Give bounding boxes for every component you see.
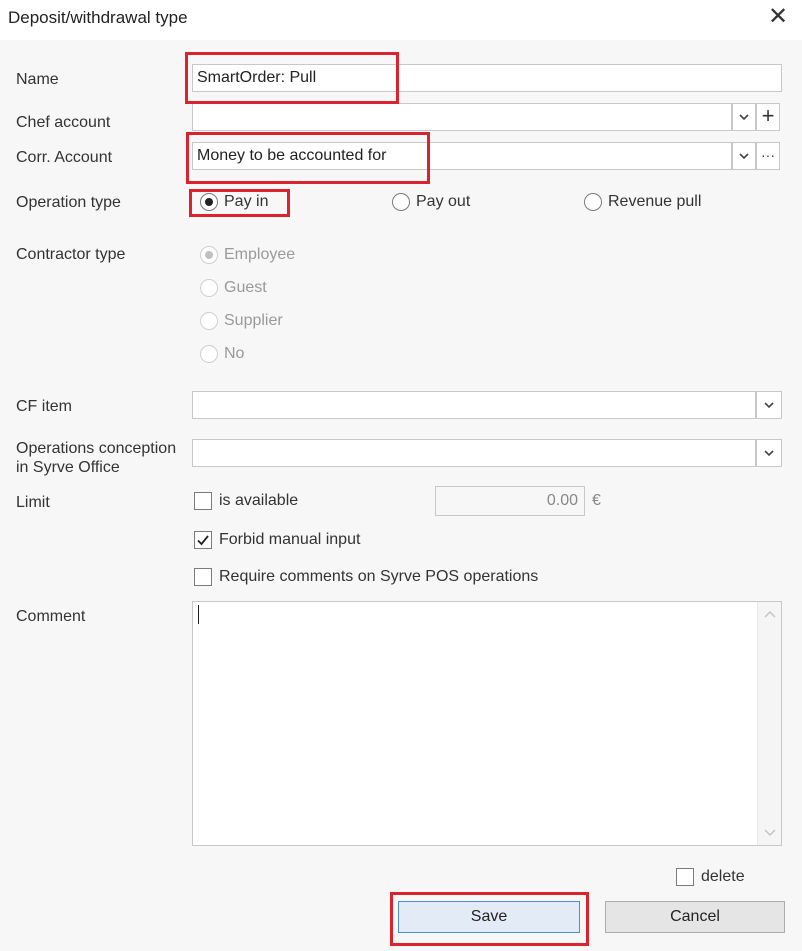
highlight-corr-account	[186, 132, 430, 184]
cancel-button[interactable]: Cancel	[605, 901, 785, 933]
corr-account-more-button[interactable]: ···	[756, 142, 780, 170]
contractor-type-employee-radio: Employee	[200, 246, 295, 264]
comment-scrollbar[interactable]	[757, 602, 781, 845]
contractor-type-no-radio: No	[200, 345, 244, 363]
name-label: Name	[16, 71, 59, 88]
contractor-type-guest-radio: Guest	[200, 279, 267, 297]
currency-symbol: €	[592, 492, 601, 509]
window-title: Deposit/withdrawal type	[8, 8, 188, 27]
chef-account-dropdown-button[interactable]	[732, 103, 756, 131]
chevron-down-icon	[764, 448, 774, 458]
ellipsis-icon: ···	[761, 147, 775, 163]
plus-icon: +	[761, 103, 775, 128]
delete-checkbox[interactable]: delete	[676, 868, 745, 886]
chevron-down-icon	[739, 151, 749, 161]
radio-icon	[392, 193, 410, 211]
delete-label: delete	[701, 868, 745, 885]
checkbox-checked-icon	[194, 531, 212, 549]
limit-amount-input: 0.00	[435, 486, 585, 516]
require-comments-checkbox[interactable]: Require comments on Syrve POS operations	[194, 568, 538, 586]
operation-type-revenue-pull-radio[interactable]: Revenue pull	[584, 193, 701, 211]
cf-item-select[interactable]	[192, 391, 756, 419]
highlight-save	[390, 892, 589, 946]
chevron-down-icon	[764, 400, 774, 410]
checkbox-icon	[676, 868, 694, 886]
checkbox-icon	[194, 492, 212, 510]
operations-conception-label-line1: Operations conception	[16, 440, 177, 457]
operations-conception-label: Operations conception in Syrve Office	[16, 439, 176, 477]
revenue-pull-label: Revenue pull	[608, 193, 702, 210]
radio-icon	[200, 345, 218, 363]
highlight-pay-in	[189, 189, 290, 217]
operation-type-label: Operation type	[16, 194, 121, 211]
contractor-type-label: Contractor type	[16, 246, 126, 263]
comment-textarea[interactable]	[192, 601, 782, 846]
chef-account-add-button[interactable]: +	[756, 103, 780, 131]
supplier-label: Supplier	[224, 312, 283, 329]
operation-type-pay-out-radio[interactable]: Pay out	[392, 193, 470, 211]
chef-account-select[interactable]	[192, 103, 732, 131]
corr-account-label: Corr. Account	[16, 149, 113, 166]
cf-item-dropdown-button[interactable]	[756, 391, 782, 419]
close-icon[interactable]: ✕	[766, 4, 790, 30]
title-bar: Deposit/withdrawal type ✕	[0, 0, 802, 40]
no-label: No	[224, 345, 245, 362]
text-cursor	[198, 605, 199, 624]
operations-conception-label-line2: in Syrve Office	[16, 459, 120, 476]
radio-icon	[200, 279, 218, 297]
guest-label: Guest	[224, 279, 267, 296]
chef-account-label: Chef account	[16, 114, 111, 131]
scroll-down-icon	[764, 829, 776, 837]
radio-icon	[584, 193, 602, 211]
is-available-checkbox[interactable]: is available	[194, 492, 298, 510]
radio-icon	[200, 312, 218, 330]
chevron-down-icon	[739, 112, 749, 122]
employee-label: Employee	[224, 246, 296, 263]
forbid-manual-input-checkbox[interactable]: Forbid manual input	[194, 531, 360, 549]
is-available-label: is available	[219, 492, 299, 509]
require-comments-label: Require comments on Syrve POS operations	[219, 568, 539, 585]
highlight-name	[185, 52, 399, 104]
forbid-manual-input-label: Forbid manual input	[219, 531, 361, 548]
operations-conception-select[interactable]	[192, 439, 756, 467]
limit-amount-value: 0.00	[546, 492, 578, 509]
radio-selected-icon	[200, 246, 218, 264]
scroll-up-icon	[764, 610, 776, 618]
checkbox-icon	[194, 568, 212, 586]
comment-label: Comment	[16, 608, 86, 625]
pay-out-label: Pay out	[416, 193, 471, 210]
limit-label: Limit	[16, 494, 50, 511]
operations-conception-dropdown-button[interactable]	[756, 439, 782, 467]
contractor-type-supplier-radio: Supplier	[200, 312, 283, 330]
corr-account-dropdown-button[interactable]	[732, 142, 756, 170]
cf-item-label: CF item	[16, 398, 72, 415]
